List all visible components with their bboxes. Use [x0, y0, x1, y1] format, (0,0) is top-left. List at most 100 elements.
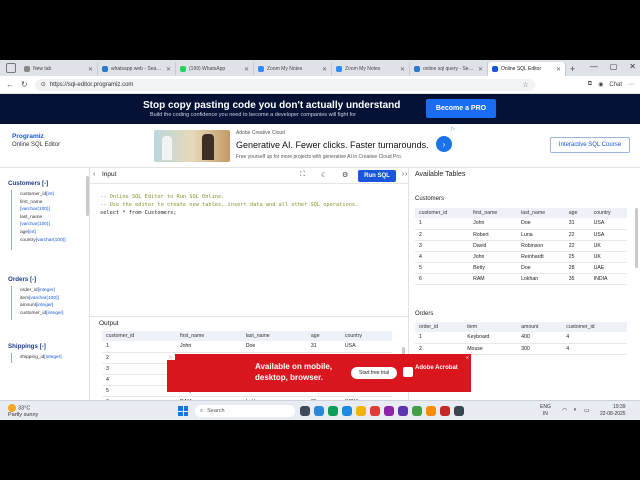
run-sql-button[interactable]: Run SQL — [358, 170, 396, 182]
tab-label: Online SQL Editor — [501, 66, 542, 72]
tab-close-icon[interactable]: ✕ — [244, 66, 249, 73]
field-type: [varchar(100)] — [35, 237, 66, 243]
collapse-left-icon[interactable]: ‹ — [93, 171, 95, 178]
menu-icon[interactable]: ⋯ — [628, 81, 634, 88]
column-header: country — [340, 331, 392, 341]
widgets-icon[interactable] — [314, 406, 324, 416]
tab-close-icon[interactable]: ✕ — [166, 66, 171, 73]
tab-favicon-icon — [492, 66, 498, 72]
interactive-course-button[interactable]: Interactive SQL Course — [550, 137, 630, 153]
start-icon[interactable] — [178, 406, 188, 416]
app-icon[interactable] — [440, 406, 450, 416]
file-explorer-icon[interactable] — [356, 406, 366, 416]
sidebar-section-title[interactable]: Customers [-] — [8, 180, 88, 187]
refresh-icon[interactable]: ↻ — [21, 80, 28, 89]
tab-close-icon[interactable]: ✕ — [88, 66, 93, 73]
chat-label[interactable]: Chat — [609, 82, 622, 88]
windows-taskbar: 33°C Partly sunny ⌕ Search ENG IN ◠ ◖ ▭ … — [0, 400, 640, 420]
table-cell: 3 — [415, 240, 470, 252]
header-ad[interactable]: Adobe Creative Cloud Generative AI. Fewe… — [154, 126, 460, 166]
table-cell: Mouse — [463, 343, 518, 355]
browser-tab[interactable]: online sql query - Search ✕ — [410, 62, 488, 76]
sql-code-editor[interactable]: -- Online SQL Editor to Run SQL Online. … — [90, 184, 408, 316]
table-cell: 2 — [415, 229, 470, 241]
store-icon[interactable] — [342, 406, 352, 416]
bottom-ad[interactable]: ▷ ✕ Available on mobile, desktop, browse… — [167, 354, 471, 392]
sidebar-section-title[interactable]: Shippings [-] — [8, 343, 88, 350]
ad-choices-icon[interactable]: ▷ — [167, 354, 175, 360]
start-free-trial-button[interactable]: Start free trial — [351, 367, 397, 379]
app-icon[interactable] — [454, 406, 464, 416]
taskbar-search[interactable]: ⌕ Search — [195, 405, 295, 417]
table-row: 1 John Doe 31 USA — [415, 218, 627, 230]
weather-widget[interactable]: 33°C Partly sunny — [8, 404, 38, 419]
customers-table-title: Customers — [415, 196, 445, 202]
teams-icon[interactable] — [384, 406, 394, 416]
maximize-icon[interactable]: ▢ — [610, 62, 618, 71]
theme-toggle-icon[interactable]: ☾ — [321, 171, 327, 179]
edge-icon[interactable] — [328, 406, 338, 416]
input-tab[interactable]: Input — [102, 171, 116, 178]
schema-field: shipping_id[integer] — [8, 354, 88, 362]
system-clock[interactable]: 19:39 22-08-2025 — [600, 404, 626, 417]
site-logo[interactable]: Programiz Online SQL Editor — [12, 133, 60, 148]
collapse-right-icon[interactable]: › — [402, 171, 404, 178]
browser-tab[interactable]: Zoom My Notes ✕ — [332, 62, 410, 76]
brand-name: Programiz — [12, 133, 44, 140]
url-input[interactable]: ⊙ https://sql-editor.programiz.com ☆ — [34, 78, 535, 91]
tab-label: whatsapp web - Search — [111, 66, 163, 72]
office-icon[interactable] — [370, 406, 380, 416]
table-cell: 22 — [564, 229, 590, 241]
browser-tab[interactable]: whatsapp web - Search ✕ — [98, 62, 176, 76]
new-tab-icon[interactable]: + — [570, 64, 575, 74]
task-view-icon[interactable] — [300, 406, 310, 416]
tab-label: New tab — [33, 66, 52, 72]
browser-tab[interactable]: (199) WhatsApp ✕ — [176, 62, 254, 76]
close-window-icon[interactable]: ✕ — [629, 62, 636, 71]
field-type: [integer] — [37, 288, 55, 293]
schema-field: country[varchar(100)] — [8, 237, 88, 245]
table-cell: Lokhan — [517, 273, 565, 285]
tab-close-icon[interactable]: ✕ — [400, 66, 405, 73]
app-icon[interactable] — [398, 406, 408, 416]
ad-close-icon[interactable]: ✕ — [466, 355, 469, 360]
column-header: amount — [517, 322, 563, 332]
table-cell: Robinson — [517, 240, 565, 252]
ad-image — [154, 130, 230, 162]
tab-close-icon[interactable]: ✕ — [478, 66, 483, 73]
settings-icon[interactable]: ⚙ — [342, 171, 348, 179]
extensions-icon[interactable]: ⧉ — [588, 81, 592, 88]
site-info-icon[interactable]: ⊙ — [41, 81, 46, 88]
tab-close-icon[interactable]: ✕ — [322, 66, 327, 73]
ad-choices-icon[interactable]: ▷ — [451, 126, 455, 132]
browser-tab-strip: New tab ✕ whatsapp web - Search ✕ (199) What… — [0, 60, 640, 76]
column-header: last_name — [241, 331, 307, 341]
language-indicator[interactable]: ENG IN — [540, 404, 551, 417]
app-icon[interactable] — [426, 406, 436, 416]
field-name: order_id — [20, 288, 38, 293]
chrome-icon[interactable] — [412, 406, 422, 416]
browser-tab[interactable]: Online SQL Editor ✕ — [488, 62, 566, 76]
minimize-icon[interactable]: — — [590, 62, 598, 71]
browser-tab[interactable]: Zoom My Notes ✕ — [254, 62, 332, 76]
back-icon[interactable]: ← — [6, 80, 14, 89]
tab-close-icon[interactable]: ✕ — [556, 66, 561, 73]
browser-tab[interactable]: New tab ✕ — [20, 62, 98, 76]
tables-scrollbar[interactable] — [635, 208, 638, 268]
tab-actions-icon[interactable] — [6, 63, 16, 73]
sidebar-scrollbar[interactable] — [86, 176, 89, 216]
table-cell: USA — [589, 218, 627, 230]
become-pro-button[interactable]: Become a PRO — [426, 99, 496, 118]
fullscreen-icon[interactable]: ⛶ — [300, 171, 305, 179]
sidebar-section-title[interactable]: Orders [-] — [8, 276, 88, 283]
collapse-panel-icon[interactable]: › — [405, 171, 407, 178]
ad-arrow-icon[interactable]: › — [436, 136, 452, 152]
profile-icon[interactable]: ◉ — [598, 81, 603, 88]
table-cell: 35 — [564, 273, 590, 285]
volume-icon[interactable]: ◖ — [573, 407, 577, 413]
code-line: select * from Customers; — [100, 209, 177, 216]
sidebar-section-customers: Customers [-] customer_id[int] first_name… — [8, 180, 88, 250]
favorite-icon[interactable]: ☆ — [522, 81, 528, 89]
wifi-icon[interactable]: ◠ — [562, 407, 567, 414]
battery-icon[interactable]: ▭ — [584, 407, 590, 414]
